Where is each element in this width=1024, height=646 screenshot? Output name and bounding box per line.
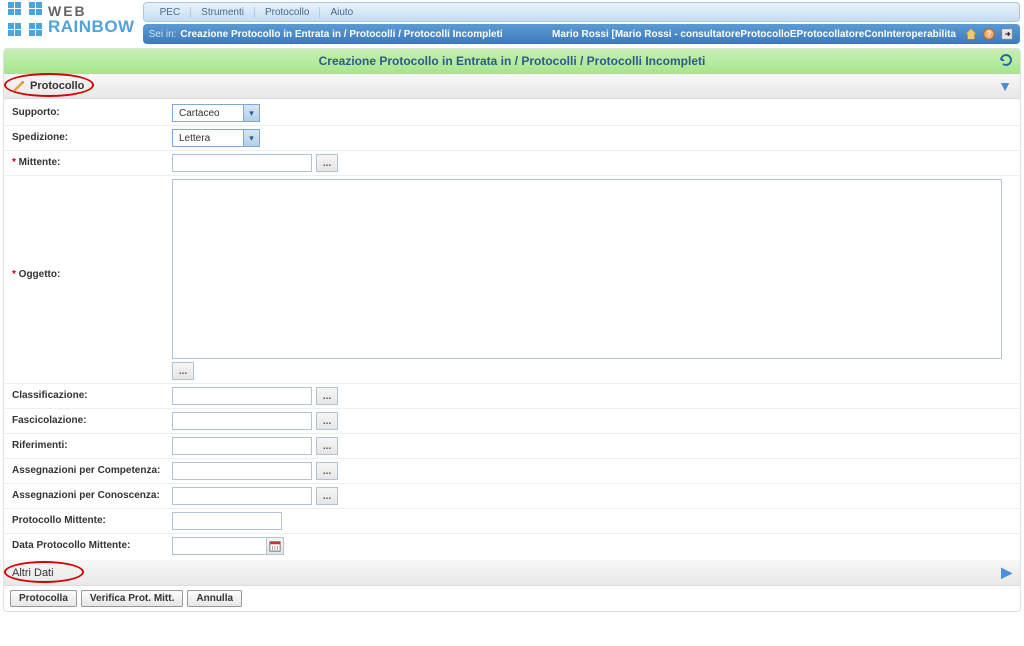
select-supporto[interactable]: Cartaceo ▾: [172, 104, 260, 122]
label-data-protocollo-mittente: Data Protocollo Mittente:: [12, 537, 172, 551]
calendar-icon[interactable]: [266, 537, 284, 555]
app-logo: WEB RAINBOW: [0, 0, 143, 38]
select-spedizione[interactable]: Lettera ▾: [172, 129, 260, 147]
input-fascicolazione[interactable]: [172, 412, 312, 430]
textarea-oggetto[interactable]: [172, 179, 1002, 359]
panel-title: Creazione Protocollo in Entrata in / Pro…: [319, 54, 706, 68]
label-oggetto: Oggetto:: [19, 269, 61, 280]
label-classificazione: Classificazione:: [12, 387, 172, 401]
menu-aiuto[interactable]: Aiuto: [320, 7, 363, 18]
input-mittente[interactable]: [172, 154, 312, 172]
breadcrumb-label: Sei in:: [149, 29, 177, 40]
expand-icon[interactable]: ▶: [1001, 564, 1012, 581]
svg-text:?: ?: [987, 30, 992, 39]
breadcrumb-bar: Sei in: Creazione Protocollo in Entrata …: [143, 24, 1020, 44]
input-classificazione[interactable]: [172, 387, 312, 405]
home-icon[interactable]: [964, 27, 978, 41]
section-altri-dati-header[interactable]: Altri Dati ▶: [4, 560, 1020, 586]
panel-title-bar: Creazione Protocollo in Entrata in / Pro…: [4, 49, 1020, 74]
lookup-mittente-button[interactable]: ...: [316, 154, 338, 172]
main-panel: Creazione Protocollo in Entrata in / Pro…: [3, 48, 1021, 612]
chevron-down-icon: ▾: [243, 105, 259, 121]
input-protocollo-mittente[interactable]: [172, 512, 282, 530]
main-menu: PEC Strumenti Protocollo Aiuto: [143, 2, 1020, 22]
label-riferimenti: Riferimenti:: [12, 437, 172, 451]
lookup-fascicolazione-button[interactable]: ...: [316, 412, 338, 430]
lookup-assegn-competenza-button[interactable]: ...: [316, 462, 338, 480]
lookup-riferimenti-button[interactable]: ...: [316, 437, 338, 455]
logo-line1: WEB: [48, 4, 135, 18]
refresh-icon[interactable]: [998, 52, 1014, 68]
action-button-row: Protocolla Verifica Prot. Mitt. Annulla: [4, 586, 1020, 611]
label-assegn-conoscenza: Assegnazioni per Conoscenza:: [12, 487, 172, 501]
menu-pec[interactable]: PEC: [150, 7, 192, 18]
lookup-classificazione-button[interactable]: ...: [316, 387, 338, 405]
pencil-icon: [12, 79, 26, 93]
collapse-icon[interactable]: ▼: [998, 78, 1012, 94]
menu-strumenti[interactable]: Strumenti: [191, 7, 255, 18]
menu-protocollo[interactable]: Protocollo: [255, 7, 320, 18]
breadcrumb-path: Creazione Protocollo in Entrata in / Pro…: [180, 29, 502, 40]
help-icon[interactable]: ?: [982, 27, 996, 41]
lookup-oggetto-button[interactable]: ...: [172, 362, 194, 380]
protocolla-button[interactable]: Protocolla: [10, 590, 77, 607]
section-protocollo-header[interactable]: Protocollo ▼: [4, 74, 1020, 99]
section-protocollo-label: Protocollo: [30, 80, 84, 92]
label-mittente: Mittente:: [19, 157, 61, 168]
logout-icon[interactable]: [1000, 27, 1014, 41]
lookup-assegn-conoscenza-button[interactable]: ...: [316, 487, 338, 505]
input-data-protocollo-mittente[interactable]: [172, 537, 267, 555]
label-assegn-competenza: Assegnazioni per Competenza:: [12, 462, 172, 476]
label-fascicolazione: Fascicolazione:: [12, 412, 172, 426]
input-riferimenti[interactable]: [172, 437, 312, 455]
label-protocollo-mittente: Protocollo Mittente:: [12, 512, 172, 526]
annulla-button[interactable]: Annulla: [187, 590, 242, 607]
label-spedizione: Spedizione:: [12, 129, 172, 143]
input-assegn-competenza[interactable]: [172, 462, 312, 480]
breadcrumb-user: Mario Rossi [Mario Rossi - consultatoreP…: [552, 29, 956, 40]
label-supporto: Supporto:: [12, 104, 172, 118]
verifica-button[interactable]: Verifica Prot. Mitt.: [81, 590, 183, 607]
logo-line2: RAINBOW: [48, 18, 135, 35]
input-assegn-conoscenza[interactable]: [172, 487, 312, 505]
chevron-down-icon: ▾: [243, 130, 259, 146]
section-altri-dati-label: Altri Dati: [12, 567, 54, 579]
